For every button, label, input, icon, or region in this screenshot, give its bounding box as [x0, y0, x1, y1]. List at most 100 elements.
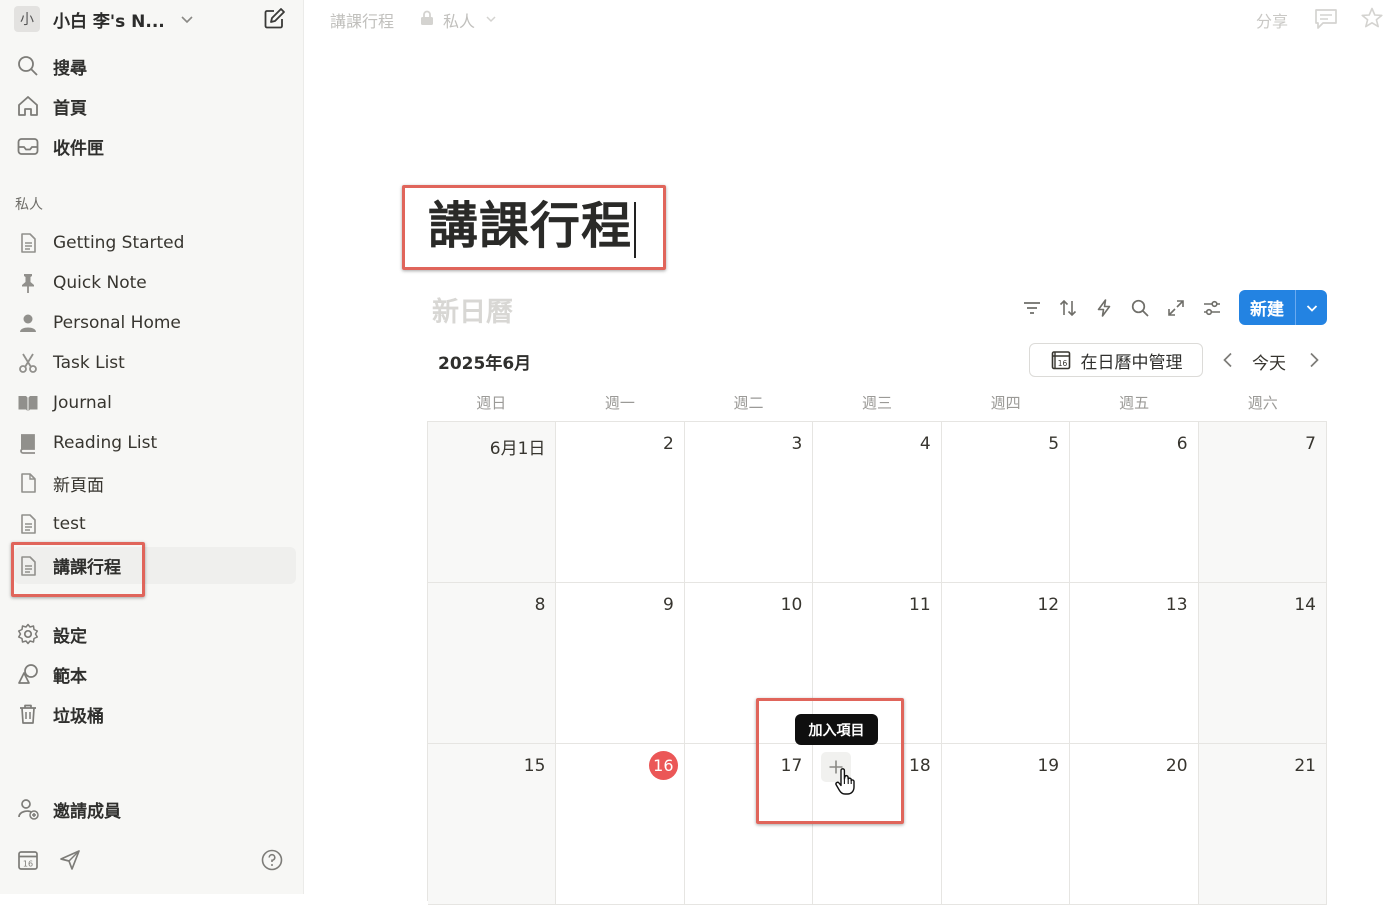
privacy-label[interactable]: 私人 [443, 8, 475, 32]
sidebar-item-home[interactable]: 首頁 [14, 89, 296, 123]
day-number: 13 [1165, 595, 1188, 615]
calendar-day-cell[interactable]: 5 [941, 422, 1071, 583]
manage-in-calendar-button[interactable]: 16 在日曆中管理 [1029, 343, 1203, 377]
highlight-box-add-item [756, 698, 904, 824]
templates-icon [14, 660, 42, 688]
gear-icon [14, 620, 42, 648]
day-number: 5 [1048, 434, 1060, 454]
calendar-week: 6月1日 2 3 4 5 6 7 [428, 422, 1327, 583]
workspace-avatar: 小 [14, 6, 40, 32]
help-icon[interactable] [260, 848, 284, 872]
person-icon [14, 309, 42, 337]
weekday-label: 週三 [862, 394, 893, 412]
pin-icon [14, 269, 42, 297]
inbox-icon [14, 132, 42, 160]
day-number: 10 [780, 595, 803, 615]
sidebar-item-templates[interactable]: 範本 [14, 657, 296, 691]
weekday-label: 週五 [1119, 394, 1150, 412]
expand-icon[interactable] [1164, 296, 1188, 320]
calendar-day-cell[interactable]: 2 [556, 422, 685, 583]
sidebar-item-label: 設定 [53, 626, 87, 647]
chevron-left-icon[interactable] [1219, 351, 1237, 369]
today-badge: 16 [648, 751, 678, 780]
sidebar-item-settings[interactable]: 設定 [14, 617, 296, 651]
sidebar-page-new-page[interactable]: 新頁面 [14, 466, 296, 500]
highlight-box-sidebar [11, 542, 145, 597]
day-number: 8 [534, 595, 546, 615]
sidebar-item-label: Journal [53, 393, 112, 413]
sidebar-item-label: 搜尋 [53, 58, 87, 79]
new-button[interactable]: 新建 [1239, 290, 1295, 325]
blank-page-icon [14, 469, 42, 497]
sidebar-item-search[interactable]: 搜尋 [14, 49, 296, 83]
calendar-day-cell[interactable]: 8 [428, 583, 557, 744]
sidebar-page-journal[interactable]: Journal [14, 386, 296, 420]
day-number: 20 [1165, 756, 1188, 776]
sidebar-item-label: Task List [53, 353, 125, 373]
calendar-grid: 6月1日 2 3 4 5 6 7 8 9 10 11 12 13 14 15 1… [427, 421, 1327, 905]
svg-text:16: 16 [23, 860, 33, 869]
calendar-day-cell[interactable]: 7 [1198, 422, 1327, 583]
page-icon [14, 510, 42, 538]
calendar-day-cell[interactable]: 3 [684, 422, 814, 583]
new-options-dropdown[interactable] [1296, 290, 1327, 325]
comment-icon[interactable] [1314, 8, 1338, 30]
weekday-header: 週日 週一 週二 週三 週四 週五 週六 [427, 392, 1327, 413]
sidebar-item-label: Quick Note [53, 273, 147, 293]
sidebar-item-label: 收件匣 [53, 138, 104, 159]
manage-in-calendar-label: 在日曆中管理 [1080, 352, 1183, 373]
weekday-label: 週四 [990, 394, 1021, 412]
sidebar-page-quick-note[interactable]: Quick Note [14, 266, 296, 300]
sidebar-page-getting-started[interactable]: Getting Started [14, 226, 296, 260]
day-number: 18 [909, 756, 931, 776]
calendar-day-cell[interactable]: 19 [941, 744, 1071, 905]
sidebar-item-inbox[interactable]: 收件匣 [14, 129, 296, 163]
send-icon[interactable] [58, 848, 82, 872]
day-number: 15 [523, 756, 546, 776]
calendar-day-cell[interactable]: 21 [1198, 744, 1327, 905]
sidebar-page-task-list[interactable]: Task List [14, 346, 296, 380]
workspace-switcher[interactable]: 小 小白 李's N... [14, 6, 195, 32]
new-page-icon[interactable] [262, 7, 286, 31]
sidebar-page-test[interactable]: test [14, 507, 296, 541]
calendar-icon[interactable]: 16 [16, 848, 40, 872]
sidebar: 小 小白 李's N... 搜尋 首頁 收件匣 私人 Getting Start… [0, 0, 304, 894]
weekday-label: 週日 [476, 394, 507, 412]
chevron-right-icon[interactable] [1305, 351, 1323, 369]
sidebar-item-label: 新頁面 [53, 475, 104, 496]
calendar-day-cell[interactable]: 13 [1070, 583, 1199, 744]
sidebar-footer: 16 [14, 846, 286, 874]
breadcrumb[interactable]: 講課行程 [330, 8, 394, 32]
calendar-day-cell[interactable]: 4 [813, 422, 942, 583]
calendar-day-cell[interactable]: 6月1日 [428, 422, 557, 583]
calendar-day-cell[interactable]: 9 [556, 583, 685, 744]
chevron-down-icon [1306, 304, 1317, 312]
weekday-label: 週一 [604, 394, 635, 412]
sidebar-item-label: 範本 [53, 666, 87, 687]
share-button[interactable]: 分享 [1256, 8, 1288, 32]
star-icon[interactable] [1360, 6, 1384, 30]
calendar-day-cell[interactable]: 16 [556, 744, 685, 905]
calendar-day-cell[interactable]: 20 [1070, 744, 1199, 905]
calendar-day-cell[interactable]: 15 [428, 744, 557, 905]
sidebar-item-label: 垃圾桶 [53, 706, 104, 727]
calendar-day-cell[interactable]: 12 [941, 583, 1071, 744]
calendar-day-cell[interactable]: 6 [1070, 422, 1199, 583]
sidebar-page-reading-list[interactable]: Reading List [14, 426, 296, 460]
day-number: 7 [1305, 434, 1316, 454]
section-label-private: 私人 [15, 197, 43, 213]
settings-sliders-icon[interactable] [1200, 296, 1224, 320]
weekday-label: 週二 [733, 394, 764, 412]
sidebar-item-trash[interactable]: 垃圾桶 [14, 697, 296, 731]
day-number: 12 [1037, 595, 1060, 615]
filter-icon[interactable] [1020, 296, 1044, 320]
sidebar-page-personal-home[interactable]: Personal Home [14, 306, 296, 340]
chevron-down-icon [486, 16, 496, 23]
calendar-day-cell[interactable]: 14 [1198, 583, 1327, 744]
search-icon[interactable] [1128, 296, 1152, 320]
automation-icon[interactable] [1092, 296, 1116, 320]
today-button[interactable]: 今天 [1252, 349, 1286, 374]
sort-icon[interactable] [1056, 296, 1080, 320]
invite-members-button[interactable]: 邀請成員 [14, 792, 296, 826]
database-title[interactable]: 新日曆 [432, 290, 513, 329]
